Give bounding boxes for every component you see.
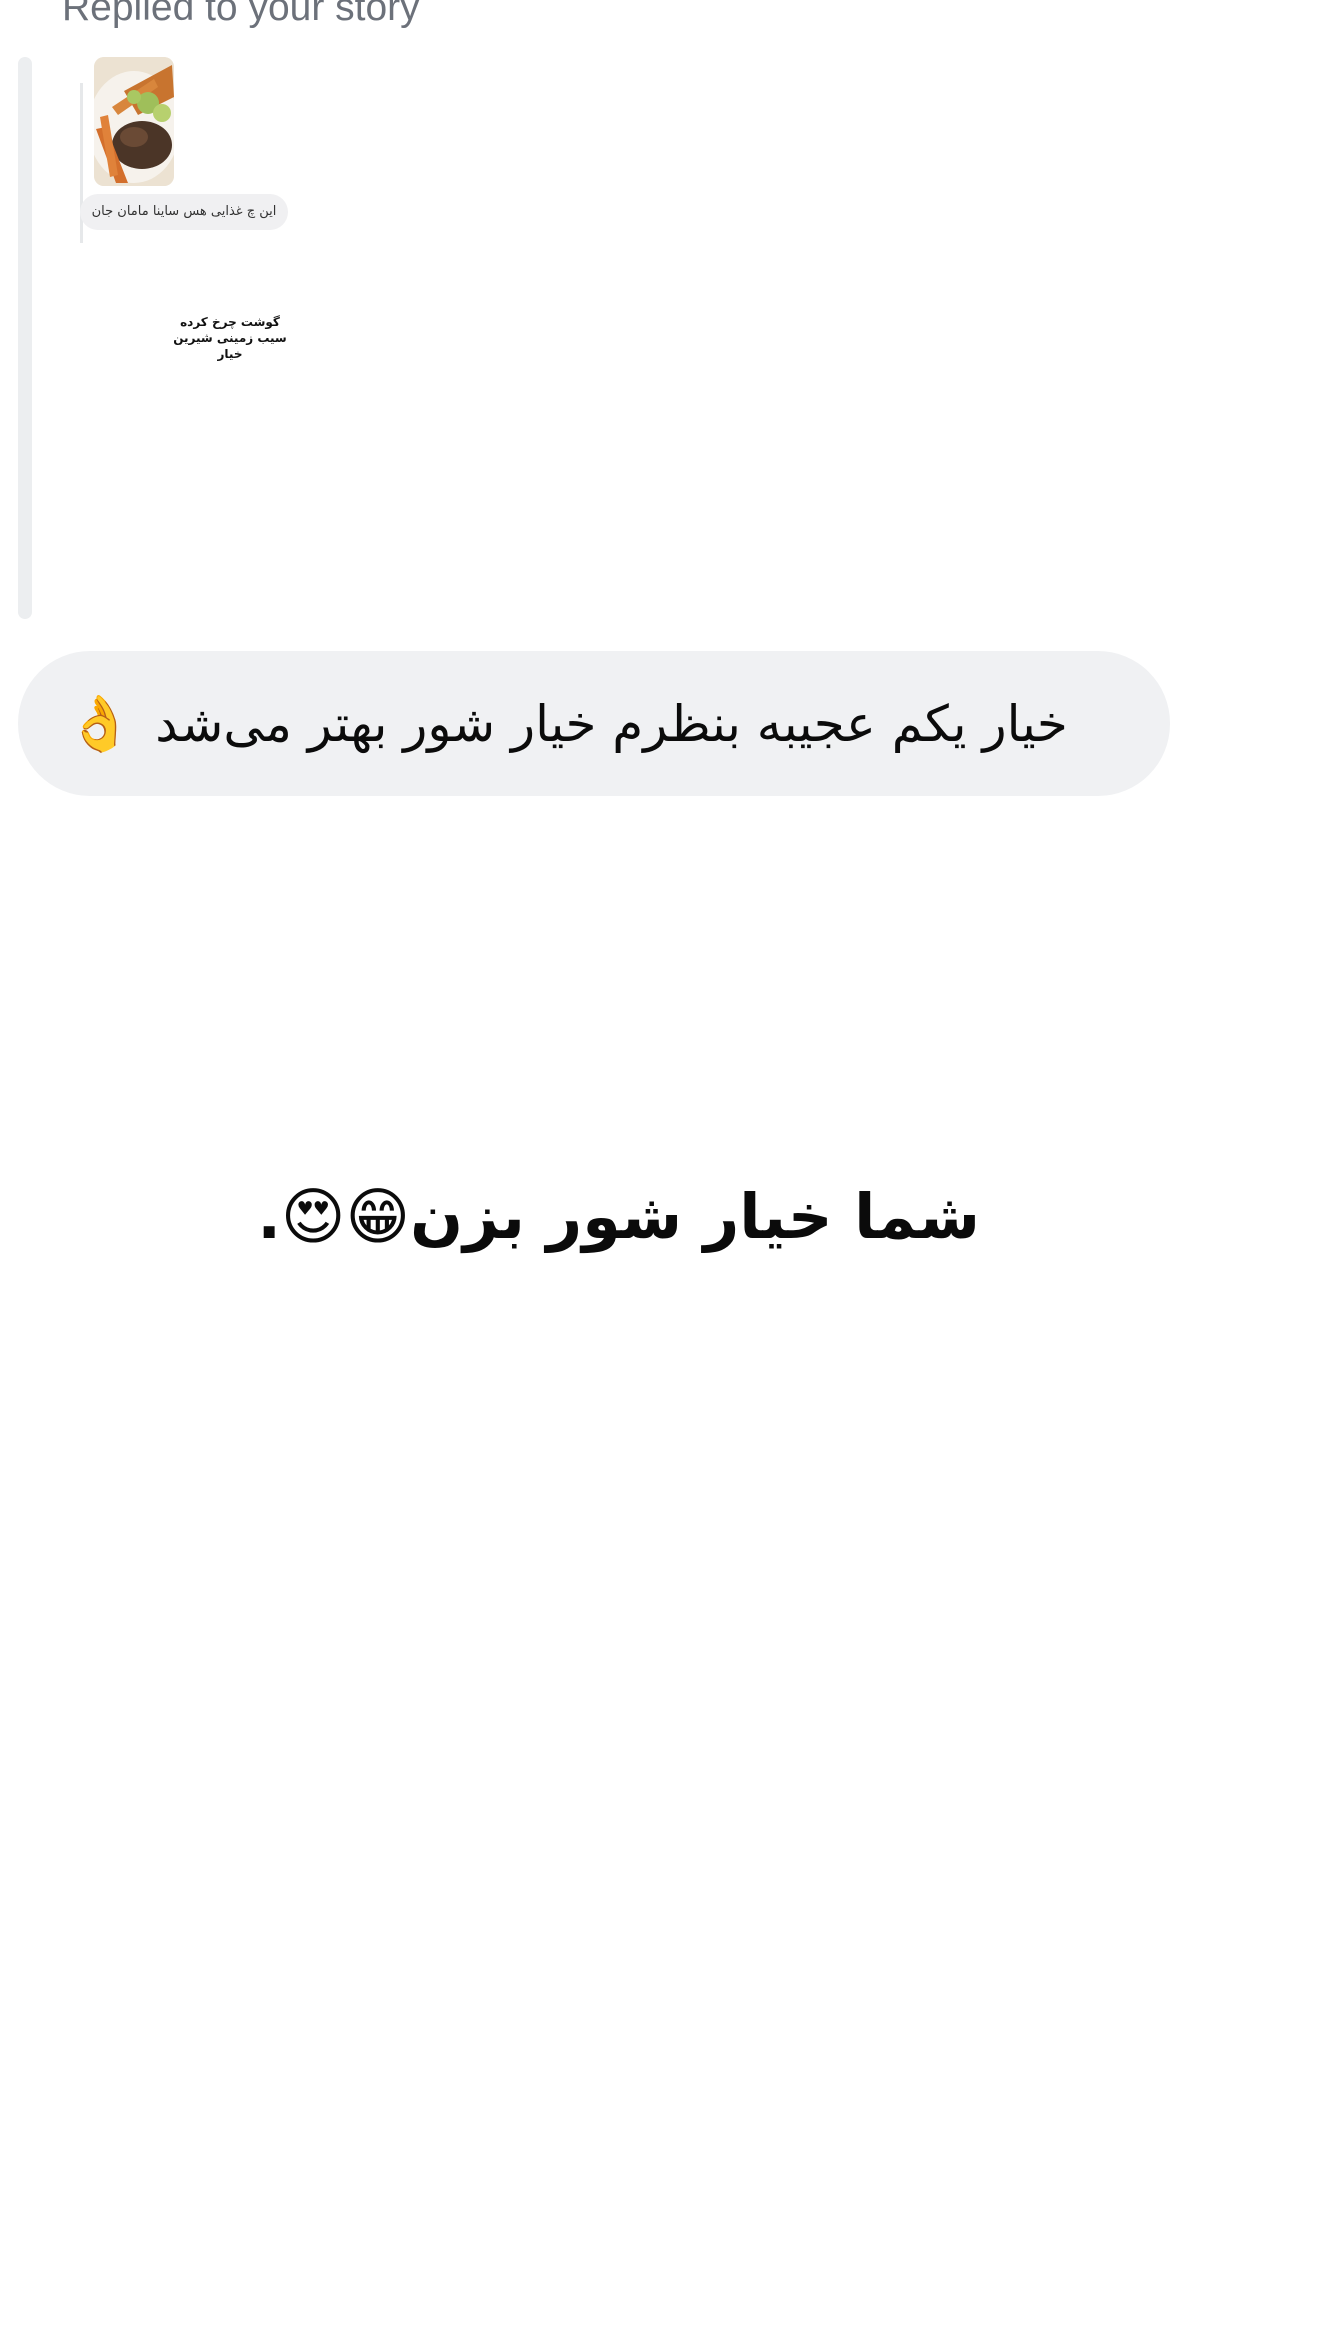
story-text-line: سیب زمینی شیرین <box>173 331 287 345</box>
story-text: گوشت چرخ کرده سیب زمینی شیرین خیار <box>172 314 288 362</box>
food-plate-photo-icon <box>94 57 174 186</box>
story-text-line: خیار <box>217 347 243 361</box>
story-preview[interactable]: این چ غذایی هس ساینا مامان جان گوشت چرخ … <box>80 57 290 377</box>
message-text: خیار یکم عجیبه بنظرم خیار شور بهتر می‌شد <box>155 694 1068 753</box>
story-text-line: گوشت چرخ کرده <box>180 315 280 329</box>
story-thumbnail[interactable] <box>94 57 174 186</box>
replied-to-story-label: Replied to your story <box>62 0 420 29</box>
story-caption: این چ غذایی هس ساینا مامان جان <box>80 194 288 230</box>
ok-hand-emoji: 👌 <box>66 691 134 755</box>
quote-bar <box>18 57 32 619</box>
story-overlay-text: شما خیار شور بزن😁😍. <box>257 1180 980 1253</box>
message-bubble[interactable]: خیار یکم عجیبه بنظرم خیار شور بهتر می‌شد… <box>18 651 1170 796</box>
